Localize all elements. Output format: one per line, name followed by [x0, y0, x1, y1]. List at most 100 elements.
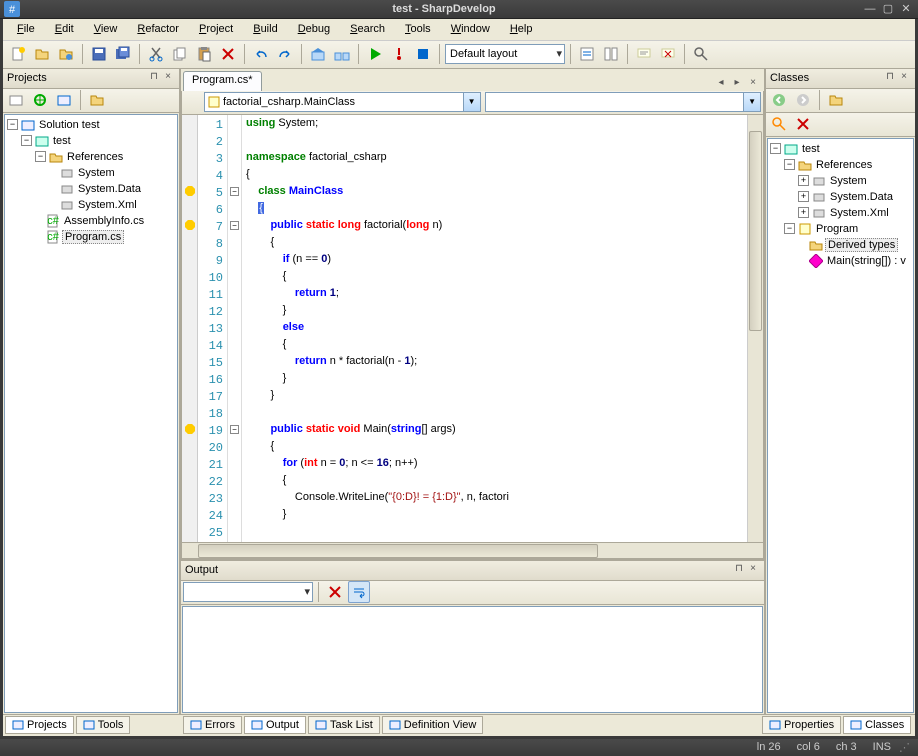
minimize-button[interactable]: —	[862, 2, 878, 16]
member-combo[interactable]: ▼	[485, 92, 762, 112]
output-text[interactable]	[182, 606, 763, 713]
window-title: test - SharpDevelop	[26, 3, 862, 15]
class-combo[interactable]: factorial_csharp.MainClass▼	[204, 92, 481, 112]
close-button[interactable]: ✕	[898, 2, 914, 16]
build-button[interactable]	[331, 43, 353, 65]
classes-clear-button[interactable]	[792, 113, 814, 135]
status-col: col 6	[789, 741, 828, 753]
classes-panel: Classes ⊓ × −test −References +System+Sy…	[764, 69, 915, 714]
bottom-tab-classes[interactable]: Classes	[843, 716, 911, 734]
copy-button[interactable]	[169, 43, 191, 65]
output-panel-title: Output	[185, 564, 732, 576]
menu-view[interactable]: View	[84, 20, 128, 38]
projects-panel: Projects ⊓ × −Solution test −test −Refer…	[3, 69, 181, 714]
classes-back-button[interactable]	[768, 89, 790, 111]
app-icon: #	[4, 1, 20, 17]
classes-tree[interactable]: −test −References +System+System.Data+Sy…	[767, 138, 914, 713]
projects-tb-4[interactable]	[86, 89, 108, 111]
maximize-button[interactable]: ▢	[880, 2, 896, 16]
editor-tabs: Program.cs* ◂ ▸ ×	[181, 69, 764, 91]
titlebar: # test - SharpDevelop — ▢ ✕	[0, 0, 918, 19]
menu-debug[interactable]: Debug	[288, 20, 340, 38]
delete-button[interactable]	[217, 43, 239, 65]
compile-button[interactable]	[307, 43, 329, 65]
classes-panel-title: Classes	[770, 72, 883, 84]
menu-refactor[interactable]: Refactor	[127, 20, 189, 38]
tab-prev-icon[interactable]: ◂	[714, 77, 728, 91]
tab-next-icon[interactable]: ▸	[730, 77, 744, 91]
main-toolbar: Default layout	[3, 41, 915, 69]
run-no-debug-button[interactable]	[388, 43, 410, 65]
menu-edit[interactable]: Edit	[45, 20, 84, 38]
ref-item[interactable]: System	[76, 167, 117, 179]
ref-item[interactable]: System.Data	[828, 191, 895, 203]
status-line: ln 26	[749, 741, 789, 753]
menu-tools[interactable]: Tools	[395, 20, 441, 38]
projects-tree[interactable]: −Solution test −test −References SystemS…	[4, 114, 178, 713]
classes-folder-button[interactable]	[825, 89, 847, 111]
bottom-tab-tools[interactable]: Tools	[76, 716, 131, 734]
new-file-button[interactable]	[7, 43, 29, 65]
save-all-button[interactable]	[112, 43, 134, 65]
status-ch: ch 3	[828, 741, 865, 753]
open-button[interactable]	[31, 43, 53, 65]
stop-button[interactable]	[412, 43, 434, 65]
horizontal-scrollbar[interactable]	[181, 543, 764, 559]
menu-build[interactable]: Build	[243, 20, 287, 38]
clear-output-button[interactable]	[324, 581, 346, 603]
layout-combo[interactable]: Default layout	[445, 44, 565, 64]
svg-text:c#: c#	[47, 215, 60, 227]
toolbar-btn-2[interactable]	[600, 43, 622, 65]
tab-close-icon[interactable]: ×	[746, 77, 760, 91]
redo-button[interactable]	[274, 43, 296, 65]
paste-button[interactable]	[193, 43, 215, 65]
output-source-combo[interactable]	[183, 582, 313, 602]
run-button[interactable]	[364, 43, 386, 65]
projects-tb-2[interactable]	[29, 89, 51, 111]
save-button[interactable]	[88, 43, 110, 65]
toolbar-btn-1[interactable]	[576, 43, 598, 65]
resize-grip-icon[interactable]: ⋰	[899, 741, 910, 754]
close-panel-icon[interactable]: ×	[161, 71, 175, 85]
nav-back-icon[interactable]	[184, 91, 200, 113]
menu-file[interactable]: File	[7, 20, 45, 38]
ref-item[interactable]: System	[828, 175, 869, 187]
bottom-tab-projects[interactable]: Projects	[5, 716, 74, 734]
projects-tb-3[interactable]	[53, 89, 75, 111]
open-project-button[interactable]	[55, 43, 77, 65]
menu-help[interactable]: Help	[500, 20, 543, 38]
classes-forward-button[interactable]	[792, 89, 814, 111]
cut-button[interactable]	[145, 43, 167, 65]
ref-item[interactable]: System.Xml	[76, 199, 139, 211]
close-panel-icon[interactable]: ×	[746, 563, 760, 577]
undo-button[interactable]	[250, 43, 272, 65]
classes-search-button[interactable]	[768, 113, 790, 135]
pin-icon[interactable]: ⊓	[147, 71, 161, 85]
menubar: FileEditViewRefactorProjectBuildDebugSea…	[3, 19, 915, 41]
pin-icon[interactable]: ⊓	[883, 71, 897, 85]
bottom-tab-definition-view[interactable]: Definition View	[382, 716, 484, 734]
bottom-tab-errors[interactable]: Errors	[183, 716, 242, 734]
comment-button[interactable]	[633, 43, 655, 65]
bottom-tab-strip: ProjectsTools ErrorsOutputTask ListDefin…	[3, 714, 915, 736]
close-panel-icon[interactable]: ×	[897, 71, 911, 85]
ref-item[interactable]: System.Xml	[828, 207, 891, 219]
uncomment-button[interactable]	[657, 43, 679, 65]
pin-icon[interactable]: ⊓	[732, 563, 746, 577]
bottom-tab-task-list[interactable]: Task List	[308, 716, 380, 734]
bottom-tab-properties[interactable]: Properties	[762, 716, 841, 734]
menu-project[interactable]: Project	[189, 20, 243, 38]
code-editor[interactable]: 1234567891011121314151617181920212223242…	[181, 115, 764, 543]
svg-text:#: #	[9, 4, 16, 16]
output-panel: Output ⊓ ×	[181, 559, 764, 714]
vertical-scrollbar[interactable]	[747, 115, 763, 542]
projects-panel-title: Projects	[7, 72, 147, 84]
editor-tab[interactable]: Program.cs*	[183, 71, 262, 91]
find-button[interactable]	[690, 43, 712, 65]
wordwrap-button[interactable]	[348, 581, 370, 603]
menu-window[interactable]: Window	[441, 20, 500, 38]
ref-item[interactable]: System.Data	[76, 183, 143, 195]
menu-search[interactable]: Search	[340, 20, 395, 38]
projects-tb-1[interactable]	[5, 89, 27, 111]
bottom-tab-output[interactable]: Output	[244, 716, 306, 734]
